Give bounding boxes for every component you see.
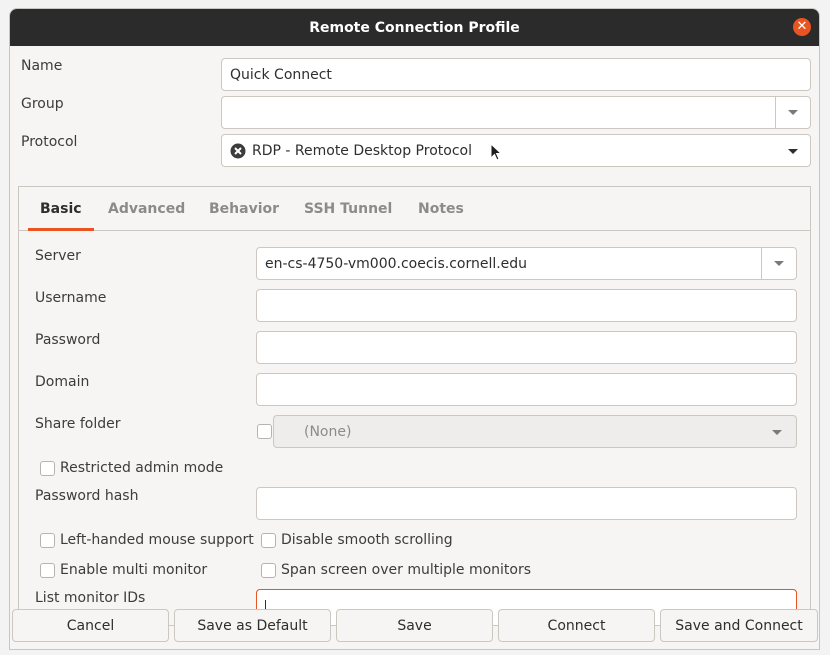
server-combo[interactable]: en-cs-4750-vm000.coecis.cornell.edu: [256, 247, 797, 280]
left-handed-label: Left-handed mouse support: [60, 532, 254, 548]
name-label: Name: [21, 58, 63, 74]
remote-connection-dialog: Remote Connection Profile ✕ Name Quick C…: [9, 8, 820, 650]
left-handed-checkbox[interactable]: [40, 533, 55, 548]
rdp-icon: [230, 143, 246, 159]
disable-smooth-checkbox[interactable]: [261, 533, 276, 548]
name-value: Quick Connect: [230, 66, 332, 83]
protocol-select[interactable]: RDP - Remote Desktop Protocol: [221, 134, 811, 167]
password-hash-field[interactable]: [256, 487, 797, 520]
group-label: Group: [21, 96, 64, 112]
username-label: Username: [35, 290, 107, 306]
chevron-down-icon[interactable]: [772, 430, 782, 435]
tab-bar: Basic Advanced Behavior SSH Tunnel Notes: [19, 187, 810, 231]
domain-label: Domain: [35, 374, 90, 390]
title-bar: Remote Connection Profile ✕: [10, 9, 819, 46]
dialog-button-row: Cancel Save as Default Save Connect Save…: [10, 607, 819, 649]
save-as-default-button[interactable]: Save as Default: [174, 609, 331, 642]
span-screen-checkbox[interactable]: [261, 563, 276, 578]
disable-smooth-label: Disable smooth scrolling: [281, 532, 453, 548]
name-field[interactable]: Quick Connect: [221, 58, 811, 91]
chevron-down-icon[interactable]: [788, 149, 798, 154]
tab-notes[interactable]: Notes: [418, 187, 464, 231]
list-monitor-ids-label: List monitor IDs: [35, 590, 146, 606]
save-and-connect-button[interactable]: Save and Connect: [660, 609, 818, 642]
share-folder-select[interactable]: (None): [273, 415, 797, 448]
share-folder-checkbox[interactable]: [257, 424, 272, 439]
group-combo[interactable]: [221, 96, 811, 129]
chevron-down-icon[interactable]: [775, 97, 810, 128]
username-field[interactable]: [256, 289, 797, 322]
tab-advanced[interactable]: Advanced: [108, 187, 185, 231]
server-label: Server: [35, 248, 81, 264]
chevron-down-icon[interactable]: [761, 248, 796, 279]
save-button[interactable]: Save: [336, 609, 493, 642]
cancel-button[interactable]: Cancel: [12, 609, 169, 642]
enable-multi-monitor-label: Enable multi monitor: [60, 562, 208, 578]
mouse-pointer-icon: [490, 142, 503, 165]
password-hash-label: Password hash: [35, 488, 139, 504]
tab-basic[interactable]: Basic: [28, 187, 94, 231]
tab-behavior[interactable]: Behavior: [209, 187, 279, 231]
restricted-admin-checkbox[interactable]: [40, 461, 55, 476]
protocol-label: Protocol: [21, 134, 78, 150]
password-label: Password: [35, 332, 101, 348]
settings-notebook: Basic Advanced Behavior SSH Tunnel Notes…: [18, 186, 811, 626]
server-value: en-cs-4750-vm000.coecis.cornell.edu: [265, 255, 528, 272]
tab-ssh-tunnel[interactable]: SSH Tunnel: [304, 187, 392, 231]
connect-button[interactable]: Connect: [498, 609, 655, 642]
restricted-admin-label: Restricted admin mode: [60, 460, 224, 476]
share-folder-label: Share folder: [35, 416, 121, 432]
domain-field[interactable]: [256, 373, 797, 406]
enable-multi-monitor-checkbox[interactable]: [40, 563, 55, 578]
span-screen-label: Span screen over multiple monitors: [281, 562, 532, 578]
password-field[interactable]: [256, 331, 797, 364]
protocol-value: RDP - Remote Desktop Protocol: [252, 142, 472, 159]
close-icon[interactable]: ✕: [793, 18, 811, 36]
share-folder-value: (None): [304, 423, 352, 440]
window-title: Remote Connection Profile: [309, 19, 520, 36]
